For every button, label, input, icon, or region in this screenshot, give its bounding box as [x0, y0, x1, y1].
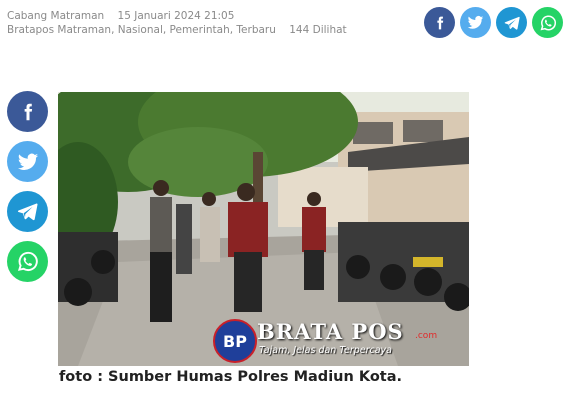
watermark-bp-badge: BP: [213, 319, 257, 363]
meta-location[interactable]: Cabang Matraman: [7, 10, 104, 22]
twitter-icon: [17, 153, 38, 170]
whatsapp-icon: [17, 251, 38, 272]
photo-caption: foto : Sumber Humas Polres Madiun Kota.: [59, 369, 403, 385]
side-share-whatsapp-button[interactable]: [7, 241, 48, 282]
side-share-telegram-button[interactable]: [7, 191, 48, 232]
share-facebook-button[interactable]: [424, 7, 455, 38]
meta-date: 15 Januari 2024 21:05: [117, 10, 235, 22]
telegram-icon: [504, 16, 520, 30]
side-share-twitter-button[interactable]: [7, 141, 48, 182]
share-twitter-button[interactable]: [460, 7, 491, 38]
meta-categories[interactable]: Bratapos Matraman, Nasional, Pemerintah,…: [7, 24, 276, 36]
facebook-icon: [436, 16, 443, 29]
meta-views: 144 Dilihat: [289, 24, 347, 36]
brand-watermark: BP BRATA POS .com Tajam, Jelas dan Terpe…: [213, 317, 443, 363]
share-bar-side: [7, 91, 48, 282]
meta-row-1: Cabang Matraman 15 Januari 2024 21:05: [7, 9, 347, 23]
telegram-icon: [17, 203, 38, 221]
watermark-tagline: Tajam, Jelas dan Terpercaya: [259, 345, 392, 356]
whatsapp-icon: [540, 15, 556, 30]
watermark-brand-text: BRATA POS: [257, 319, 404, 344]
watermark-domain-text: .com: [415, 331, 438, 341]
twitter-icon: [467, 16, 484, 29]
post-meta: Cabang Matraman 15 Januari 2024 21:05 Br…: [7, 9, 347, 37]
article-photo[interactable]: BP BRATA POS .com Tajam, Jelas dan Terpe…: [58, 92, 469, 366]
facebook-icon: [24, 103, 32, 120]
meta-row-2: Bratapos Matraman, Nasional, Pemerintah,…: [7, 23, 347, 37]
share-telegram-button[interactable]: [496, 7, 527, 38]
share-whatsapp-button[interactable]: [532, 7, 563, 38]
share-bar-top: [424, 7, 563, 38]
side-share-facebook-button[interactable]: [7, 91, 48, 132]
watermark-bp-text: BP: [223, 331, 247, 351]
